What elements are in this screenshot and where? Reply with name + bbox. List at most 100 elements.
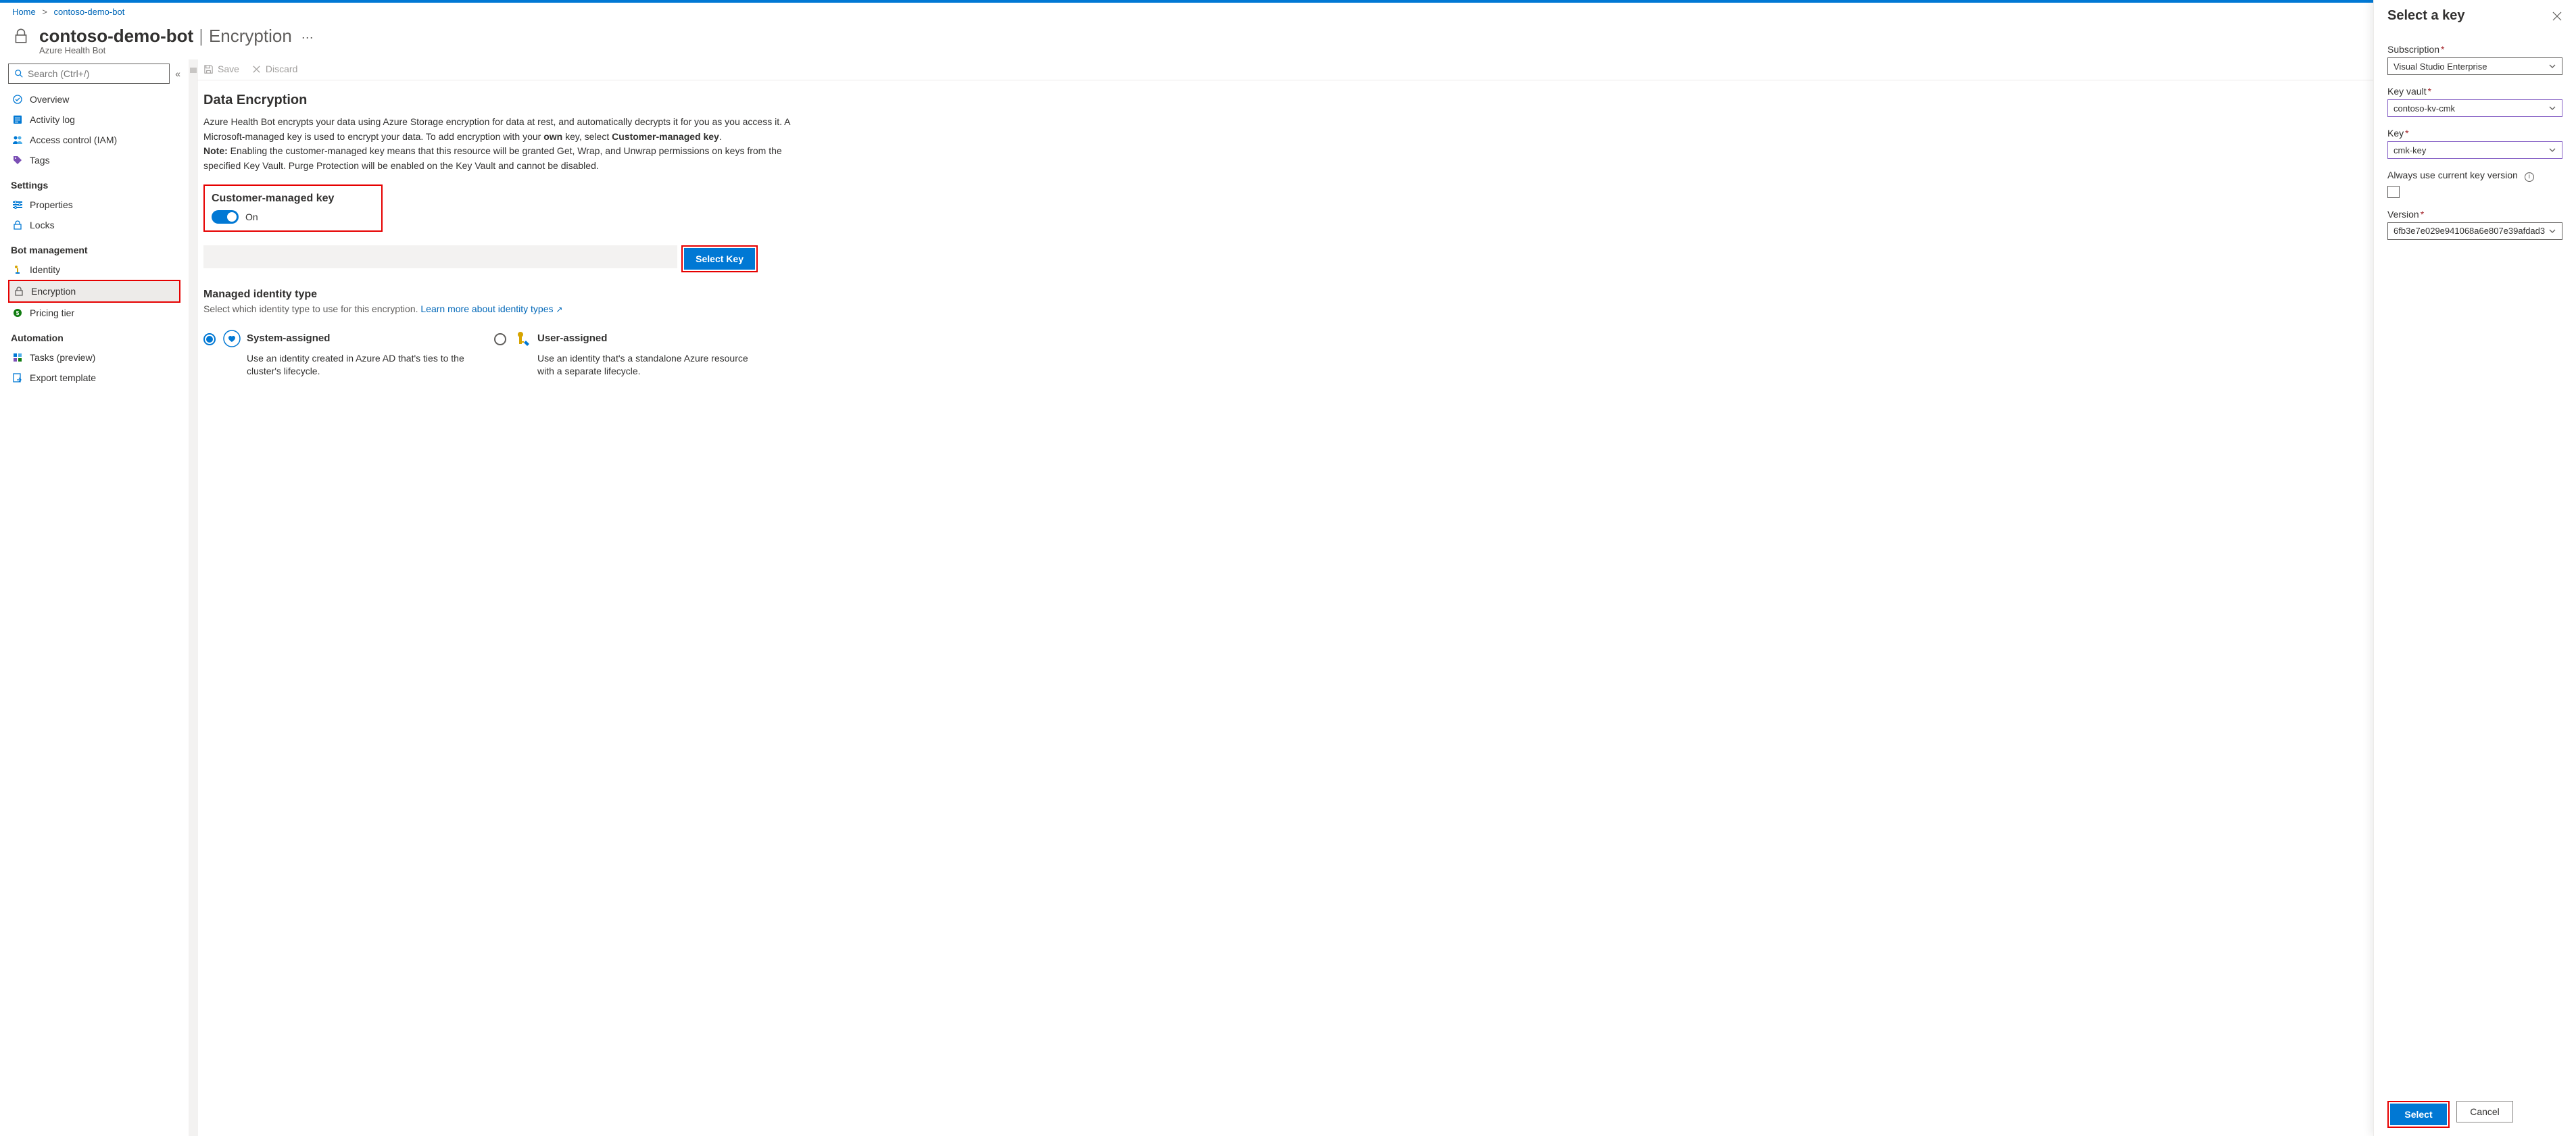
cmk-heading: Customer-managed key	[212, 193, 334, 205]
always-current-label: Always use current key version i	[2387, 170, 2562, 182]
save-button[interactable]: Save	[203, 64, 239, 74]
sidebar-item-export-template[interactable]: Export template	[8, 368, 180, 388]
keyvault-label: Key vault*	[2387, 86, 2562, 97]
panel-select-button[interactable]: Select	[2390, 1104, 2447, 1125]
select-key-button[interactable]: Select Key	[684, 248, 755, 270]
svg-text:$: $	[16, 310, 20, 316]
lock-icon	[12, 25, 30, 47]
sidebar-item-label: Access control (IAM)	[30, 134, 117, 145]
dropdown-value: 6fb3e7e029e941068a6e807e39afdad3	[2393, 226, 2545, 236]
version-label: Version*	[2387, 209, 2562, 220]
subscription-label: Subscription*	[2387, 44, 2562, 55]
main-content: Save Discard Data Encryption Azure Healt…	[189, 59, 2576, 1136]
radio-system-assigned[interactable]	[203, 333, 216, 345]
discard-label: Discard	[266, 64, 297, 74]
identity-option-system[interactable]: System-assigned Use an identity created …	[203, 329, 467, 378]
breadcrumb-home[interactable]: Home	[12, 7, 36, 17]
dropdown-value: Visual Studio Enterprise	[2393, 61, 2487, 72]
identity-option-user[interactable]: User-assigned Use an identity that's a s…	[494, 329, 758, 378]
discard-button[interactable]: Discard	[251, 64, 297, 74]
select-key-panel: Select a key Subscription* Visual Studio…	[2373, 0, 2576, 1136]
identity-heading: Managed identity type	[203, 289, 804, 301]
version-dropdown[interactable]: 6fb3e7e029e941068a6e807e39afdad3	[2387, 222, 2562, 240]
tags-icon	[12, 155, 23, 166]
dropdown-value: contoso-kv-cmk	[2393, 103, 2455, 114]
sidebar-item-access-control[interactable]: Access control (IAM)	[8, 130, 180, 150]
section-heading: Data Encryption	[203, 93, 804, 108]
sidebar-item-label: Tags	[30, 155, 50, 166]
sidebar-item-tags[interactable]: Tags	[8, 150, 180, 170]
key-dropdown[interactable]: cmk-key	[2387, 141, 2562, 159]
cmk-toggle[interactable]	[212, 210, 239, 224]
chevron-down-icon	[2548, 104, 2556, 112]
breadcrumb-resource[interactable]: contoso-demo-bot	[54, 7, 125, 17]
section-description: Azure Health Bot encrypts your data usin…	[203, 115, 804, 174]
sidebar-item-locks[interactable]: Locks	[8, 215, 180, 235]
sidebar-group-settings: Settings	[11, 180, 178, 191]
search-input[interactable]	[28, 68, 164, 79]
identity-learn-more-link[interactable]: Learn more about identity types ↗	[420, 303, 562, 314]
properties-icon	[12, 199, 23, 210]
keyvault-dropdown[interactable]: contoso-kv-cmk	[2387, 99, 2562, 117]
more-menu-icon[interactable]: ⋯	[301, 31, 314, 45]
encryption-icon	[14, 286, 24, 297]
sidebar-item-label: Pricing tier	[30, 307, 74, 318]
sidebar: « Overview Activity log Access control (…	[0, 59, 189, 1136]
dropdown-value: cmk-key	[2393, 145, 2426, 155]
page-header: contoso-demo-bot | Encryption ⋯	[0, 21, 2576, 47]
sidebar-item-label: Activity log	[30, 114, 75, 125]
sidebar-item-label: Encryption	[31, 286, 76, 297]
resource-type-label: Azure Health Bot	[39, 45, 2576, 59]
sidebar-item-label: Export template	[30, 372, 96, 383]
option-title: System-assigned	[247, 332, 330, 344]
title-separator: |	[199, 26, 203, 47]
save-icon	[203, 64, 214, 74]
locks-icon	[12, 220, 23, 230]
info-icon[interactable]: i	[2525, 172, 2534, 182]
tasks-icon	[12, 352, 23, 363]
close-icon[interactable]	[2552, 11, 2562, 22]
collapse-sidebar-icon[interactable]: «	[175, 68, 180, 79]
always-current-checkbox[interactable]	[2387, 186, 2400, 198]
identity-subtext: Select which identity type to use for th…	[203, 303, 804, 314]
sidebar-group-automation: Automation	[11, 332, 178, 343]
identity-icon	[12, 264, 23, 275]
sidebar-item-properties[interactable]: Properties	[8, 195, 180, 215]
sidebar-item-label: Properties	[30, 199, 73, 210]
sidebar-item-label: Locks	[30, 220, 55, 230]
toggle-state-label: On	[245, 212, 258, 222]
breadcrumb-separator: >	[42, 7, 47, 17]
breadcrumb: Home > contoso-demo-bot	[0, 3, 2576, 21]
chevron-down-icon	[2548, 227, 2556, 235]
sidebar-item-encryption[interactable]: Encryption	[8, 280, 180, 303]
access-control-icon	[12, 134, 23, 145]
sidebar-item-label: Tasks (preview)	[30, 352, 95, 363]
option-description: Use an identity that's a standalone Azur…	[537, 352, 758, 378]
heart-icon	[222, 329, 241, 348]
sidebar-item-overview[interactable]: Overview	[8, 89, 180, 109]
save-label: Save	[218, 64, 239, 74]
option-description: Use an identity created in Azure AD that…	[247, 352, 467, 378]
sidebar-item-label: Overview	[30, 94, 69, 105]
sidebar-item-label: Identity	[30, 264, 60, 275]
panel-cancel-button[interactable]: Cancel	[2456, 1101, 2513, 1122]
customer-managed-key-block: Customer-managed key On	[203, 184, 383, 232]
key-icon	[513, 329, 532, 348]
key-uri-input[interactable]	[203, 245, 677, 268]
sidebar-item-activity-log[interactable]: Activity log	[8, 109, 180, 130]
sidebar-item-tasks[interactable]: Tasks (preview)	[8, 347, 180, 368]
sidebar-item-pricing[interactable]: $ Pricing tier	[8, 303, 180, 323]
panel-title: Select a key	[2387, 8, 2465, 24]
option-title: User-assigned	[537, 332, 607, 344]
chevron-down-icon	[2548, 146, 2556, 154]
subscription-dropdown[interactable]: Visual Studio Enterprise	[2387, 57, 2562, 75]
pricing-icon: $	[12, 307, 23, 318]
export-template-icon	[12, 372, 23, 383]
radio-user-assigned[interactable]	[494, 333, 506, 345]
activity-log-icon	[12, 114, 23, 125]
toolbar: Save Discard	[197, 59, 2576, 80]
sidebar-search[interactable]	[8, 64, 170, 84]
sidebar-item-identity[interactable]: Identity	[8, 260, 180, 280]
resource-title: contoso-demo-bot	[39, 26, 193, 47]
search-icon	[14, 69, 24, 78]
